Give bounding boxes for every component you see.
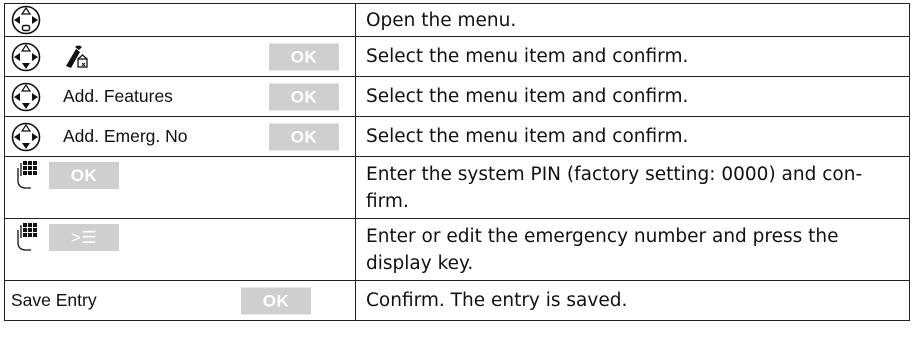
step-action: Save Entry OK (4, 280, 356, 321)
step-action: Add. Features OK (4, 76, 356, 117)
step-description: Open the menu. (355, 3, 910, 37)
step-action: ˃☰ (4, 218, 356, 281)
step-action (4, 3, 356, 37)
ok-button[interactable]: OK (241, 287, 311, 314)
settings-tools-icon (66, 45, 88, 68)
ok-button[interactable]: OK (269, 43, 339, 70)
step-row: Add. Emerg. No OK Select the menu item a… (4, 116, 910, 157)
step-description: Select the menu item and confirm. (355, 36, 910, 77)
ok-button[interactable]: OK (269, 123, 339, 150)
step-action: OK (4, 36, 356, 77)
step-row: ˃☰ Enter or edit the emergency number an… (4, 218, 910, 281)
keypad-hand-icon (17, 161, 37, 189)
navigation-key-icon (11, 82, 41, 111)
step-description: Select the menu item and confirm. (355, 76, 910, 117)
navigation-key-icon (11, 42, 41, 71)
navigation-key-icon (11, 122, 41, 151)
step-row: Open the menu. (4, 3, 910, 37)
step-row: Add. Features OK Select the menu item an… (4, 76, 910, 117)
step-description: Enter the system PIN (factory setting: 0… (355, 156, 910, 219)
menu-item-label: Add. Emerg. No (63, 126, 188, 146)
step-row: Save Entry OK Confirm. The entry is save… (4, 280, 910, 321)
instruction-table: Open the menu. OK Select the menu item a… (4, 3, 910, 321)
navigation-key-icon (11, 5, 41, 35)
step-action: OK (4, 156, 356, 219)
ok-button[interactable]: OK (49, 161, 119, 189)
step-action: Add. Emerg. No OK (4, 116, 356, 157)
step-row: OK Enter the system PIN (factory setting… (4, 156, 910, 219)
keypad-hand-icon (17, 223, 37, 251)
menu-item-label: Add. Features (63, 86, 173, 106)
menu-item-label: Save Entry (11, 290, 97, 310)
step-description: Enter or edit the emergency number and p… (355, 218, 910, 281)
step-description: Confirm. The entry is saved. (355, 280, 910, 321)
display-key-button[interactable]: ˃☰ (49, 223, 119, 251)
step-row: OK Select the menu item and confirm. (4, 36, 910, 77)
step-description: Select the menu item and confirm. (355, 116, 910, 157)
ok-button[interactable]: OK (269, 83, 339, 110)
